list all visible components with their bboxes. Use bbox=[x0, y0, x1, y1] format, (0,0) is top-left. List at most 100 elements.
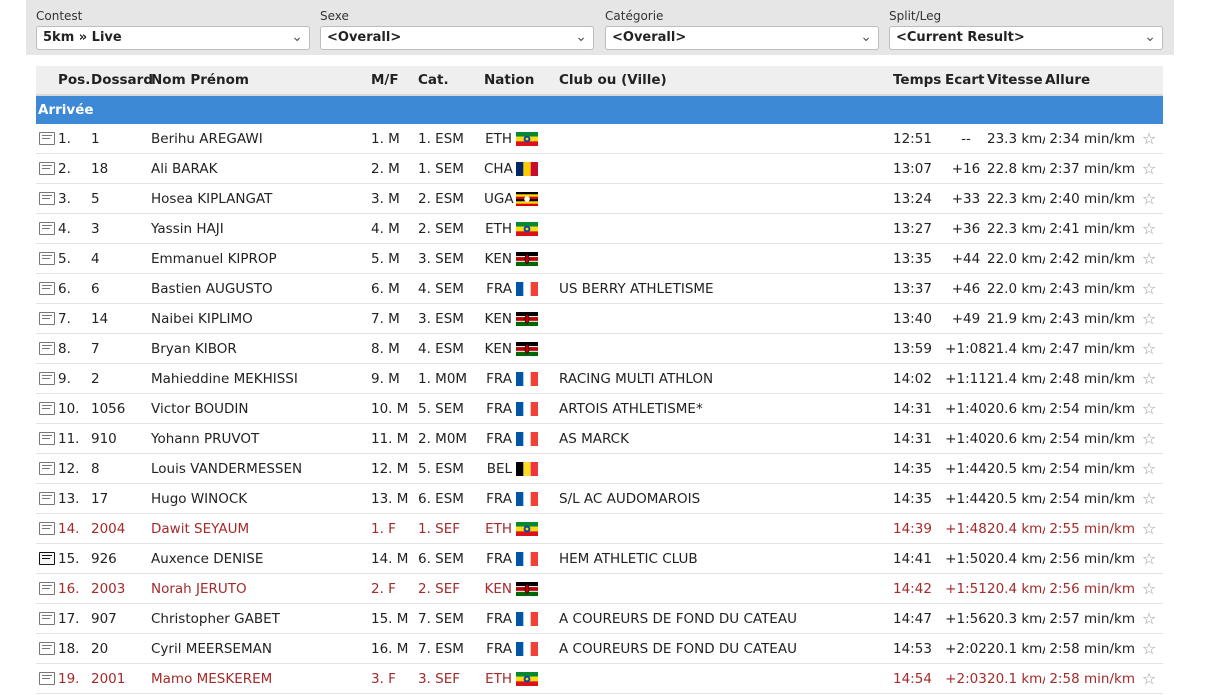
favorite-cell[interactable]: ☆ bbox=[1135, 663, 1163, 694]
star-icon[interactable]: ☆ bbox=[1142, 459, 1156, 478]
star-icon[interactable]: ☆ bbox=[1142, 609, 1156, 628]
table-row[interactable]: 4. 3 Yassin HAJI 4. M 2. SEM ETH 13:27 +36 22.3 … bbox=[36, 213, 1163, 244]
sexe-select[interactable]: <Overall> ⌄ bbox=[320, 26, 594, 50]
comment-icon[interactable] bbox=[39, 642, 55, 655]
favorite-cell[interactable]: ☆ bbox=[1135, 573, 1163, 604]
comment-icon[interactable] bbox=[39, 132, 55, 145]
comment-cell[interactable] bbox=[36, 363, 58, 394]
star-icon[interactable]: ☆ bbox=[1142, 399, 1156, 418]
header-name[interactable]: Nom Prénom bbox=[151, 66, 371, 96]
favorite-cell[interactable]: ☆ bbox=[1135, 423, 1163, 454]
table-row[interactable]: 12. 8 Louis VANDERMESSEN 12. M 5. ESM BEL 14:3… bbox=[36, 453, 1163, 484]
star-icon[interactable]: ☆ bbox=[1142, 219, 1156, 238]
comment-icon[interactable] bbox=[39, 402, 55, 415]
favorite-cell[interactable]: ☆ bbox=[1135, 243, 1163, 274]
favorite-cell[interactable]: ☆ bbox=[1135, 513, 1163, 544]
comment-cell[interactable] bbox=[36, 543, 58, 574]
table-row[interactable]: 6. 6 Bastien AUGUSTO 6. M 4. SEM FRA US BERRY … bbox=[36, 273, 1163, 304]
comment-icon[interactable] bbox=[39, 552, 55, 565]
comment-icon[interactable] bbox=[39, 582, 55, 595]
table-row[interactable]: 3. 5 Hosea KIPLANGAT 3. M 2. ESM UGA 13:24 +33 2… bbox=[36, 183, 1163, 214]
comment-cell[interactable] bbox=[36, 273, 58, 304]
favorite-cell[interactable]: ☆ bbox=[1135, 483, 1163, 514]
comment-icon[interactable] bbox=[39, 312, 55, 325]
comment-cell[interactable] bbox=[36, 303, 58, 334]
comment-cell[interactable] bbox=[36, 153, 58, 184]
name-cell[interactable]: Yohann PRUVOT bbox=[151, 423, 371, 454]
star-icon[interactable]: ☆ bbox=[1142, 519, 1156, 538]
table-row[interactable]: 11. 910 Yohann PRUVOT 11. M 2. M0M FRA AS MARC… bbox=[36, 423, 1163, 454]
favorite-cell[interactable]: ☆ bbox=[1135, 124, 1163, 154]
table-row[interactable]: 1. 1 Berihu AREGAWI 1. M 1. ESM ETH 12:51 -- 23.… bbox=[36, 124, 1163, 154]
comment-cell[interactable] bbox=[36, 603, 58, 634]
comment-icon[interactable] bbox=[39, 222, 55, 235]
name-cell[interactable]: Hosea KIPLANGAT bbox=[151, 183, 371, 214]
star-icon[interactable]: ☆ bbox=[1142, 309, 1156, 328]
comment-cell[interactable] bbox=[36, 573, 58, 604]
favorite-cell[interactable]: ☆ bbox=[1135, 633, 1163, 664]
star-icon[interactable]: ☆ bbox=[1142, 279, 1156, 298]
star-icon[interactable]: ☆ bbox=[1142, 639, 1156, 658]
name-cell[interactable]: Naibei KIPLIMO bbox=[151, 303, 371, 334]
comment-icon[interactable] bbox=[39, 252, 55, 265]
favorite-cell[interactable]: ☆ bbox=[1135, 603, 1163, 634]
name-cell[interactable]: Dawit SEYAUM bbox=[151, 513, 371, 544]
comment-icon[interactable] bbox=[39, 492, 55, 505]
star-icon[interactable]: ☆ bbox=[1142, 669, 1156, 688]
table-row[interactable]: 10. 1056 Victor BOUDIN 10. M 5. SEM FRA ARTOIS… bbox=[36, 393, 1163, 424]
name-cell[interactable]: Norah JERUTO bbox=[151, 573, 371, 604]
header-nation[interactable]: Nation bbox=[484, 66, 559, 96]
name-cell[interactable]: Bastien AUGUSTO bbox=[151, 273, 371, 304]
name-cell[interactable]: Hugo WINOCK bbox=[151, 483, 371, 514]
favorite-cell[interactable]: ☆ bbox=[1135, 393, 1163, 424]
name-cell[interactable]: Berihu AREGAWI bbox=[151, 124, 371, 154]
star-icon[interactable]: ☆ bbox=[1142, 489, 1156, 508]
favorite-cell[interactable]: ☆ bbox=[1135, 453, 1163, 484]
name-cell[interactable]: Victor BOUDIN bbox=[151, 393, 371, 424]
name-cell[interactable]: Mamo MESKEREM bbox=[151, 663, 371, 694]
favorite-cell[interactable]: ☆ bbox=[1135, 273, 1163, 304]
table-row[interactable]: 19. 2001 Mamo MESKEREM 3. F 3. SEF ETH 14:54 +2… bbox=[36, 663, 1163, 694]
comment-icon[interactable] bbox=[39, 612, 55, 625]
comment-icon[interactable] bbox=[39, 342, 55, 355]
comment-cell[interactable] bbox=[36, 213, 58, 244]
name-cell[interactable]: Yassin HAJI bbox=[151, 213, 371, 244]
name-cell[interactable]: Christopher GABET bbox=[151, 603, 371, 634]
star-icon[interactable]: ☆ bbox=[1142, 189, 1156, 208]
table-row[interactable]: 18. 20 Cyril MEERSEMAN 16. M 7. ESM FRA A COUR… bbox=[36, 633, 1163, 664]
name-cell[interactable]: Emmanuel KIPROP bbox=[151, 243, 371, 274]
header-speed[interactable]: Vitesse bbox=[987, 66, 1045, 96]
categorie-select[interactable]: <Overall> ⌄ bbox=[605, 26, 879, 50]
header-gap[interactable]: Ecart bbox=[945, 66, 987, 96]
comment-cell[interactable] bbox=[36, 183, 58, 214]
comment-icon[interactable] bbox=[39, 162, 55, 175]
table-row[interactable]: 17. 907 Christopher GABET 15. M 7. SEM FRA A C… bbox=[36, 603, 1163, 634]
name-cell[interactable]: Auxence DENISE bbox=[151, 543, 371, 574]
star-icon[interactable]: ☆ bbox=[1142, 159, 1156, 178]
comment-cell[interactable] bbox=[36, 124, 58, 154]
header-pace[interactable]: Allure bbox=[1045, 66, 1135, 96]
favorite-cell[interactable]: ☆ bbox=[1135, 333, 1163, 364]
comment-cell[interactable] bbox=[36, 393, 58, 424]
star-icon[interactable]: ☆ bbox=[1142, 339, 1156, 358]
comment-icon[interactable] bbox=[39, 282, 55, 295]
comment-cell[interactable] bbox=[36, 663, 58, 694]
star-icon[interactable]: ☆ bbox=[1142, 549, 1156, 568]
table-row[interactable]: 15. 926 Auxence DENISE 14. M 6. SEM FRA HEM AT… bbox=[36, 543, 1163, 574]
header-club[interactable]: Club ou (Ville) bbox=[559, 66, 893, 96]
header-pos[interactable]: Pos. bbox=[58, 66, 91, 96]
comment-cell[interactable] bbox=[36, 243, 58, 274]
star-icon[interactable]: ☆ bbox=[1142, 249, 1156, 268]
table-row[interactable]: 9. 2 Mahieddine MEKHISSI 9. M 1. M0M FRA RACIN… bbox=[36, 363, 1163, 394]
name-cell[interactable]: Mahieddine MEKHISSI bbox=[151, 363, 371, 394]
header-time[interactable]: Temps bbox=[893, 66, 945, 96]
split-select[interactable]: <Current Result> ⌄ bbox=[889, 26, 1163, 50]
comment-icon[interactable] bbox=[39, 462, 55, 475]
table-row[interactable]: 7. 14 Naibei KIPLIMO 7. M 3. ESM KEN 13:40 +49 2… bbox=[36, 303, 1163, 334]
comment-icon[interactable] bbox=[39, 372, 55, 385]
star-icon[interactable]: ☆ bbox=[1142, 369, 1156, 388]
favorite-cell[interactable]: ☆ bbox=[1135, 303, 1163, 334]
star-icon[interactable]: ☆ bbox=[1142, 579, 1156, 598]
comment-icon[interactable] bbox=[39, 192, 55, 205]
name-cell[interactable]: Cyril MEERSEMAN bbox=[151, 633, 371, 664]
